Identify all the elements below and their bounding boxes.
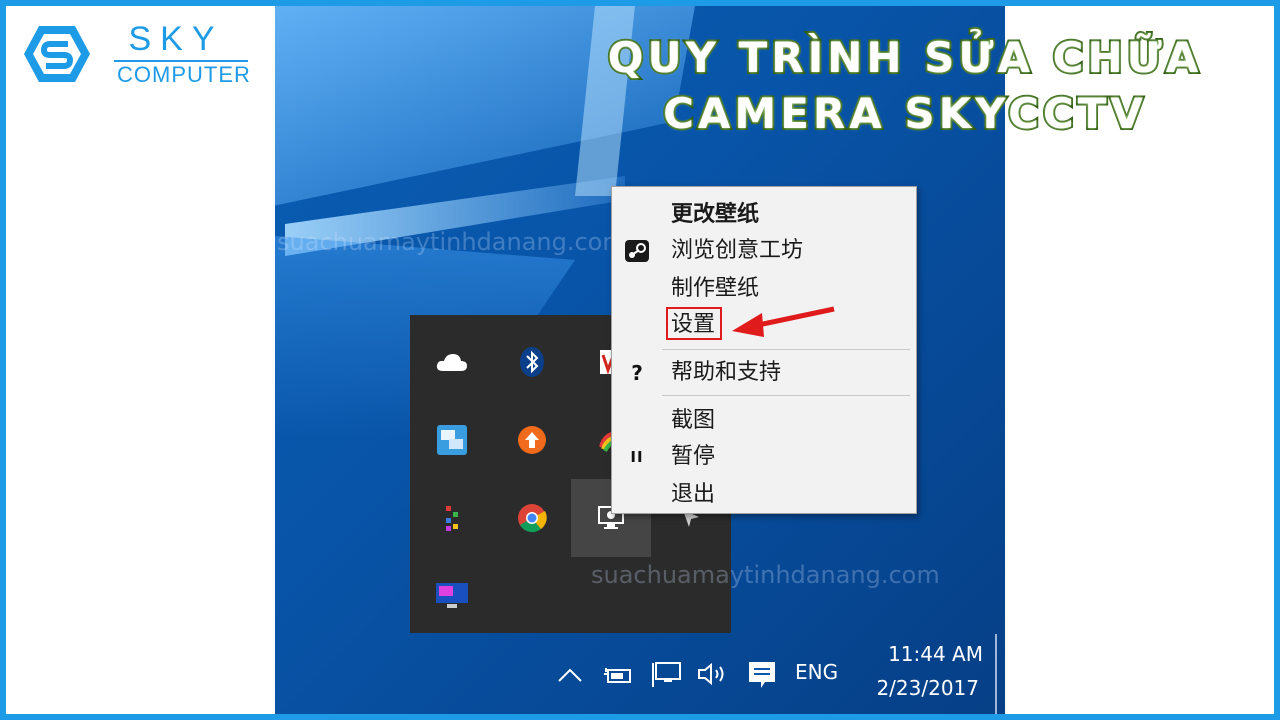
menu-item-exit[interactable]: 退出	[612, 477, 916, 513]
notification-icon[interactable]	[745, 658, 779, 692]
color-dots-icon[interactable]	[412, 479, 492, 557]
menu-separator	[662, 349, 910, 350]
upload-arrow-icon[interactable]	[492, 401, 572, 479]
context-menu: 更改壁纸 浏览创意工坊 制作壁纸 设置 ? 帮助和支持 截图 II 暂停 退出	[611, 186, 917, 514]
menu-item-change-wallpaper[interactable]: 更改壁纸	[612, 197, 916, 233]
menu-item-label: 退出	[671, 482, 716, 507]
watermark: suachuamaytinhdanang.com	[591, 561, 940, 589]
steam-icon	[624, 239, 650, 263]
menu-item-label: 更改壁纸	[671, 202, 760, 227]
watermark: suachuamaytinhdanang.com	[277, 228, 626, 256]
brand-name: SKY	[128, 20, 224, 58]
bluetooth-icon[interactable]	[492, 323, 572, 401]
clock-time[interactable]: 11:44 AM	[863, 642, 983, 666]
menu-item-screenshot[interactable]: 截图	[612, 403, 916, 439]
brand-subtitle: COMPUTER	[117, 62, 251, 87]
menu-item-help-support[interactable]: ? 帮助和支持	[612, 355, 916, 391]
red-arrow-annotation	[732, 306, 835, 337]
menu-item-label: 帮助和支持	[671, 360, 782, 385]
onedrive-cloud-icon[interactable]	[412, 323, 492, 401]
volume-icon[interactable]	[695, 658, 731, 690]
battery-icon[interactable]	[601, 660, 635, 690]
chevron-up-icon[interactable]	[555, 660, 585, 690]
menu-item-browse-workshop[interactable]: 浏览创意工坊	[612, 233, 916, 269]
menu-item-pause[interactable]: II 暂停	[612, 439, 916, 475]
monitor-fps-icon[interactable]	[412, 557, 492, 635]
network-icon[interactable]	[649, 658, 683, 690]
sky-logo-icon	[24, 26, 90, 82]
menu-item-label: 浏览创意工坊	[671, 238, 804, 263]
menu-separator	[662, 395, 910, 396]
pause-icon: II	[630, 448, 644, 466]
clock-date[interactable]: 2/23/2017	[853, 676, 979, 700]
question-icon: ?	[631, 361, 643, 385]
network-manager-icon[interactable]	[412, 401, 492, 479]
menu-item-label: 制作壁纸	[671, 276, 760, 301]
headline-line-2: CAMERA SKYCCTV	[661, 87, 1147, 140]
show-desktop-divider[interactable]	[995, 634, 997, 714]
headline-line-1: QUY TRÌNH SỬA CHỮA	[606, 31, 1203, 84]
sky-computer-logo: SKY COMPUTER	[22, 20, 250, 86]
headline: QUY TRÌNH SỬA CHỮA CAMERA SKYCCTV	[570, 30, 1240, 142]
language-indicator[interactable]: ENG	[795, 660, 838, 684]
chrome-icon[interactable]	[492, 479, 572, 557]
settings-highlight-box	[666, 307, 722, 340]
menu-item-label: 截图	[671, 408, 716, 433]
menu-item-label: 暂停	[671, 444, 716, 469]
